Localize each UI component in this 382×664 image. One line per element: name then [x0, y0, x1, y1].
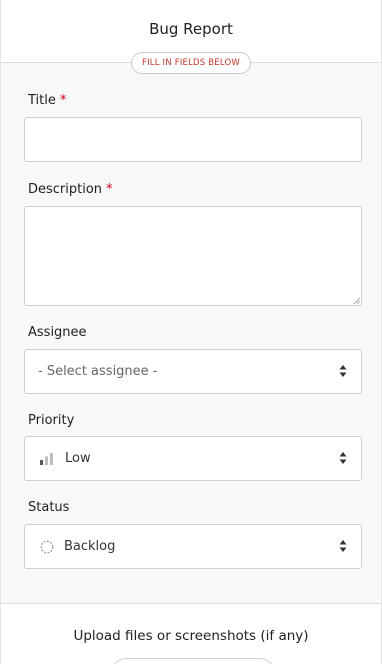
bug-report-form: Title * Description * Assignee - Select as… — [1, 63, 381, 603]
description-label: Description * — [28, 182, 113, 197]
priority-label: Priority — [28, 413, 75, 428]
assignee-select[interactable]: - Select assignee - — [24, 349, 362, 394]
title-input[interactable] — [24, 117, 362, 162]
priority-select-value: Low — [65, 451, 91, 466]
priority-select[interactable]: Low — [24, 436, 362, 481]
app-frame: Bug Report Title * Description * Assignee … — [0, 0, 382, 664]
page-title: Bug Report — [149, 20, 233, 38]
assignee-select-value: - Select assignee - — [38, 364, 158, 379]
upload-instructions: Upload files or screenshots (if any) — [73, 628, 309, 644]
instruction-badge: FILL IN FIELDS BELOW — [130, 52, 252, 74]
status-label: Status — [28, 500, 70, 515]
title-label: Title * — [28, 93, 66, 108]
required-marker: * — [59, 93, 67, 108]
status-select-value: Backlog — [64, 539, 116, 554]
description-label-text: Description — [28, 182, 103, 197]
upload-divider — [1, 603, 381, 604]
sort-arrows-icon — [339, 540, 347, 552]
priority-low-icon — [40, 453, 53, 465]
sort-arrows-icon — [339, 452, 347, 464]
upload-button[interactable] — [111, 658, 275, 664]
resize-grip-icon[interactable] — [353, 297, 360, 304]
backlog-circle-icon — [40, 540, 54, 554]
sort-arrows-icon — [339, 365, 347, 377]
required-marker: * — [106, 182, 113, 197]
description-textarea[interactable] — [24, 206, 362, 306]
assignee-label: Assignee — [28, 325, 87, 340]
title-label-text: Title — [28, 93, 56, 108]
status-select[interactable]: Backlog — [24, 524, 362, 569]
